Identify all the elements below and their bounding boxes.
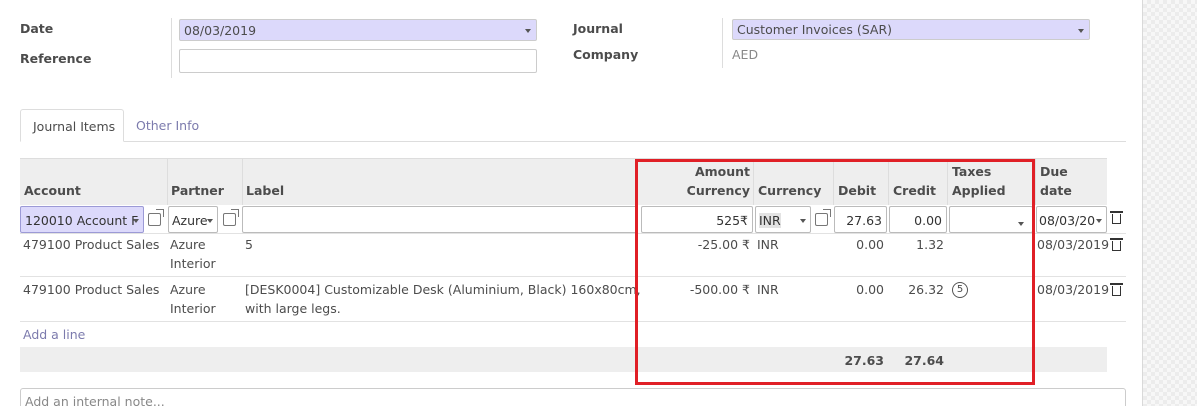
row-1-partner[interactable]: Azure Interior [170,235,216,273]
tab-journal-items[interactable]: Journal Items [20,109,124,142]
company-label: Company [573,47,639,62]
divider [722,18,723,68]
divider [167,159,168,205]
due-date-input[interactable]: 08/03/20 [1036,206,1107,233]
row-2-partner[interactable]: Azure Interior [170,280,216,318]
chevron-down-icon [1096,219,1102,223]
chevron-down-icon [207,219,213,223]
chevron-down-icon [133,219,139,223]
external-link-icon[interactable] [223,209,239,226]
row-1-due-date[interactable]: 08/03/2019 [1037,235,1109,254]
journal-field[interactable]: Customer Invoices (SAR) [732,19,1090,40]
company-value: AED [732,47,759,62]
trash-icon[interactable] [1110,211,1123,224]
column-header-label[interactable]: Label [246,181,284,200]
label-input[interactable] [242,206,638,233]
column-header-account[interactable]: Account [24,181,81,200]
column-header-partner[interactable]: Partner [171,181,224,200]
tab-other-info[interactable]: Other Info [124,109,211,142]
chevron-down-icon [1078,29,1084,33]
date-label: Date [20,21,54,36]
chevron-down-icon [525,29,531,33]
journal-label: Journal [573,21,623,36]
row-2-due-date[interactable]: 08/03/2019 [1037,280,1109,299]
form-sheet: Date Reference 08/03/2019 Journal Compan… [0,0,1143,406]
trash-icon[interactable] [1110,238,1123,251]
partner-input[interactable]: Azure [168,206,218,233]
row-2-account[interactable]: 479100 Product Sales [23,280,159,299]
date-field[interactable]: 08/03/2019 [179,19,537,41]
account-input[interactable]: 120010 Account F [20,206,144,233]
row-2-label[interactable]: [DESK0004] Customizable Desk (Aluminium,… [245,280,641,318]
divider [171,18,172,78]
trash-icon[interactable] [1110,283,1123,296]
background-pattern [1143,0,1197,406]
highlight-box [635,159,1035,385]
row-1-account[interactable]: 479100 Product Sales [23,235,159,254]
reference-field[interactable] [179,49,537,73]
add-line-link[interactable]: Add a line [23,325,85,344]
row-1-label[interactable]: 5 [245,235,253,254]
divider [1035,159,1036,205]
column-header-due-date[interactable]: Due date [1040,162,1072,200]
divider [242,159,243,205]
internal-note-input[interactable]: Add an internal note... [20,388,1126,406]
reference-label: Reference [20,51,92,66]
external-link-icon[interactable] [148,209,164,226]
